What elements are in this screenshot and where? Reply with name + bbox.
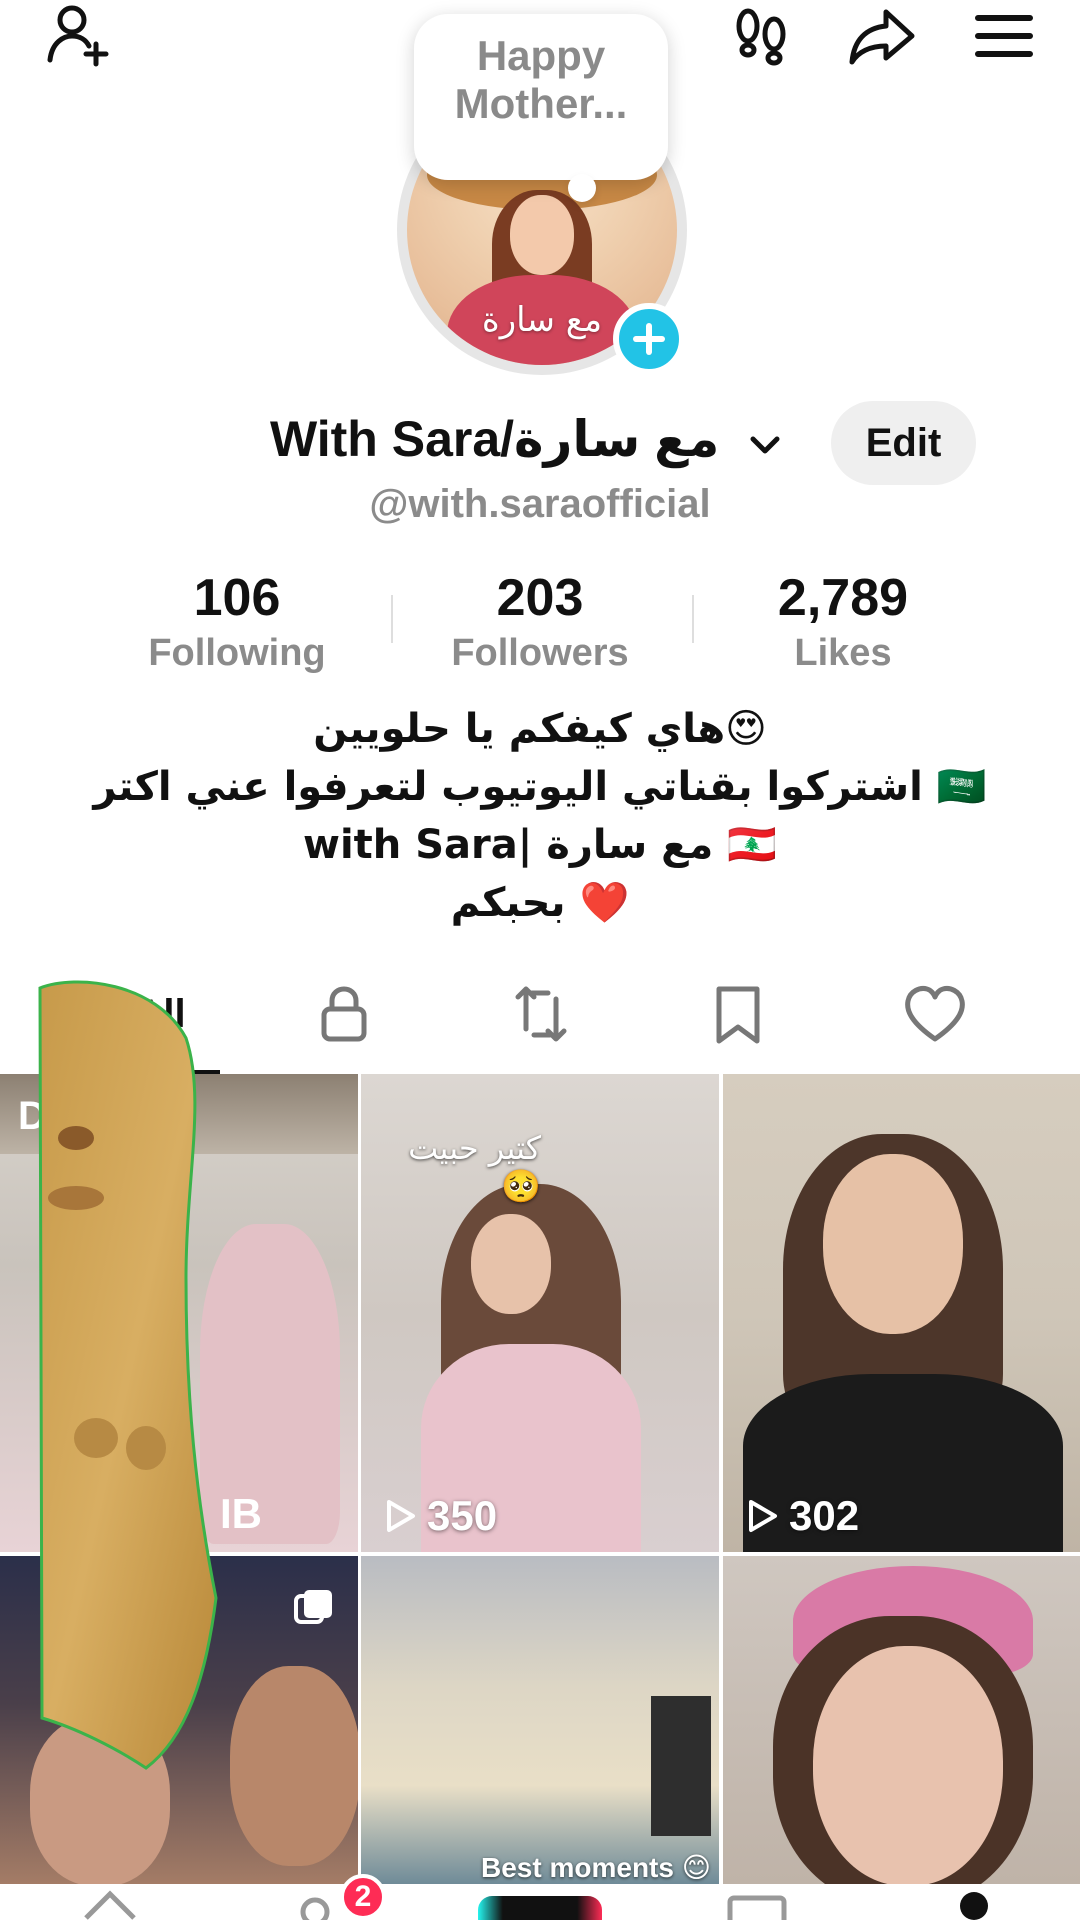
add-friend-icon[interactable] <box>38 0 118 72</box>
video-tile[interactable]: 302 <box>723 1074 1080 1552</box>
hamster-sticker <box>38 980 218 1770</box>
view-count: 350 <box>379 1492 497 1540</box>
person-face <box>813 1646 1003 1884</box>
bottom-nav: 2 <box>0 1874 1080 1920</box>
bio-line: اشتركوا بقناتي اليوتيوب لتعرفوا عني اكتر… <box>93 764 987 810</box>
story-note-line2: Mother... <box>454 80 628 127</box>
display-name[interactable]: With Sara/مع سارة <box>270 410 790 468</box>
play-icon <box>387 1500 415 1532</box>
person-face <box>823 1154 963 1334</box>
following-count: 106 <box>193 569 281 627</box>
menu-icon[interactable] <box>964 0 1044 72</box>
friends-icon[interactable] <box>295 1884 335 1920</box>
story-note-bubble[interactable]: Happy Mother... <box>414 14 668 180</box>
view-count: IB <box>220 1490 262 1537</box>
edit-profile-button[interactable]: Edit <box>831 401 976 485</box>
stat-followers[interactable]: 203 Followers <box>410 568 670 678</box>
story-note-line1: Happy <box>476 32 606 79</box>
stat-following[interactable]: 106 Following <box>107 568 367 678</box>
likes-count: 2,789 <box>777 569 909 627</box>
followers-label: Followers <box>451 632 629 674</box>
tile-caption: Best moments 😊 <box>481 1852 711 1883</box>
repost-icon[interactable] <box>481 970 601 1058</box>
view-count-value: 302 <box>789 1492 860 1539</box>
bio-line: with Sara| مع سارة 🇱🇧 <box>303 822 777 868</box>
person-face <box>230 1666 358 1866</box>
chevron-down-icon[interactable] <box>745 425 785 465</box>
followers-count: 203 <box>496 569 584 627</box>
bio-line: بحبكم ❤️ <box>450 880 630 926</box>
create-button[interactable] <box>478 1896 602 1920</box>
window <box>651 1696 711 1836</box>
bio: هاي كيفكم يا حلويين😍 اشتركوا بقناتي اليو… <box>0 700 1080 932</box>
footprints-icon[interactable] <box>722 0 802 72</box>
following-label: Following <box>148 632 326 674</box>
add-story-button[interactable] <box>613 303 685 375</box>
lock-icon[interactable] <box>284 970 404 1058</box>
bubble-tail <box>568 174 596 202</box>
home-icon[interactable] <box>80 1884 140 1920</box>
carousel-icon <box>294 1590 332 1624</box>
view-count-value: 350 <box>427 1492 498 1539</box>
inbox-badge: 2 <box>340 1874 386 1920</box>
stat-divider <box>692 595 694 643</box>
heart-icon[interactable] <box>875 970 995 1058</box>
tile-caption: كتير حبيت 🥺 <box>408 1129 541 1205</box>
video-tile[interactable]: Best moments 😊 <box>361 1556 719 1884</box>
stat-divider <box>391 595 393 643</box>
share-icon[interactable] <box>842 0 922 72</box>
bookmark-icon[interactable] <box>678 970 798 1058</box>
likes-label: Likes <box>794 632 892 674</box>
avatar-face <box>510 195 574 275</box>
video-tile[interactable] <box>723 1556 1080 1884</box>
username-handle: @with.saraofficial <box>369 482 711 526</box>
view-count: 302 <box>741 1492 859 1540</box>
bio-line: هاي كيفكم يا حلويين😍 <box>313 706 767 752</box>
inbox-icon[interactable] <box>724 1884 790 1920</box>
video-tile[interactable]: كتير حبيت 🥺 350 <box>361 1074 719 1552</box>
play-icon <box>749 1500 777 1532</box>
stat-likes[interactable]: 2,789 Likes <box>713 568 973 678</box>
person-face <box>471 1214 551 1314</box>
profile-icon[interactable] <box>952 1884 996 1920</box>
